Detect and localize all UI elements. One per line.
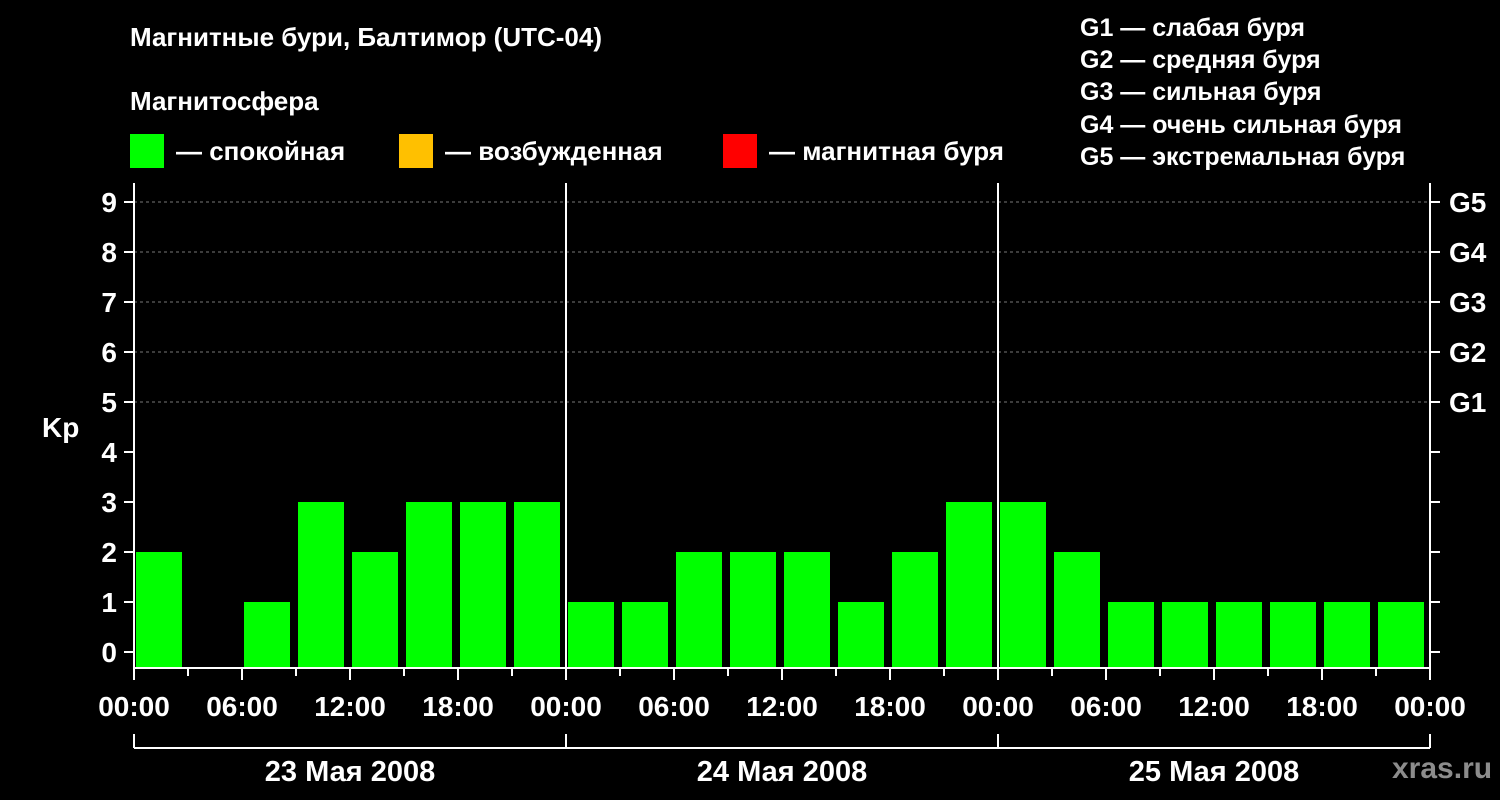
bar-5 [406,502,452,668]
bar-22 [1324,602,1370,668]
bar-15 [946,502,992,668]
g-scale-label-g2: G2 [1449,337,1486,368]
kp-chart: 0 1 2 3 4 5 6 7 8 9 G1 G2 G3 G4 G5 00:00 06:00 12:00 18:00… [98,183,1487,788]
g-scale-label-g5: G5 [1449,187,1486,218]
bar-21 [1270,602,1316,668]
x-tick-label-2: 12:00 [314,691,386,722]
y-tick-label-8: 8 [101,237,117,268]
bar-8 [568,602,614,668]
y-tick-label-6: 6 [101,337,117,368]
bar-19 [1162,602,1208,668]
x-tick-label-10: 12:00 [1178,691,1250,722]
bar-16 [1000,502,1046,668]
bar-3 [298,502,344,668]
x-tick-label-1: 06:00 [206,691,278,722]
g-scale-label-g3: G3 [1449,287,1486,318]
x-tick-label-5: 06:00 [638,691,710,722]
watermark: xras.ru [1392,752,1493,785]
day-label-1: 24 Мая 2008 [697,756,867,788]
bar-23 [1378,602,1424,668]
x-tick-label-3: 18:00 [422,691,494,722]
y-tick-label-5: 5 [101,387,117,418]
bar-11 [730,552,776,668]
bar-2 [244,602,290,668]
y-tick-label-7: 7 [101,287,117,318]
bar-6 [460,502,506,668]
bar-18 [1108,602,1154,668]
g-scale-label-g1: G1 [1449,387,1486,418]
x-tick-label-6: 12:00 [746,691,818,722]
y-tick-label-3: 3 [101,487,117,518]
bar-4 [352,552,398,668]
x-tick-label-4: 00:00 [530,691,602,722]
day-label-2: 25 Мая 2008 [1129,756,1299,788]
x-tick-label-0: 00:00 [98,691,170,722]
bar-9 [622,602,668,668]
y-tick-label-2: 2 [101,537,117,568]
bar-7 [514,502,560,668]
bar-14 [892,552,938,668]
bar-0 [136,552,182,668]
x-tick-label-8: 00:00 [962,691,1034,722]
y-tick-label-0: 0 [101,637,117,668]
y-tick-label-4: 4 [101,437,117,468]
day-label-0: 23 Мая 2008 [265,756,435,788]
x-tick-label-7: 18:00 [854,691,926,722]
bar-13 [838,602,884,668]
g-scale-label-g4: G4 [1449,237,1487,268]
x-tick-label-12: 00:00 [1394,691,1466,722]
bar-10 [676,552,722,668]
x-tick-label-11: 18:00 [1286,691,1358,722]
x-tick-label-9: 06:00 [1070,691,1142,722]
y-tick-label-9: 9 [101,187,117,218]
bar-20 [1216,602,1262,668]
bar-12 [784,552,830,668]
bar-17 [1054,552,1100,668]
y-tick-label-1: 1 [101,587,117,618]
